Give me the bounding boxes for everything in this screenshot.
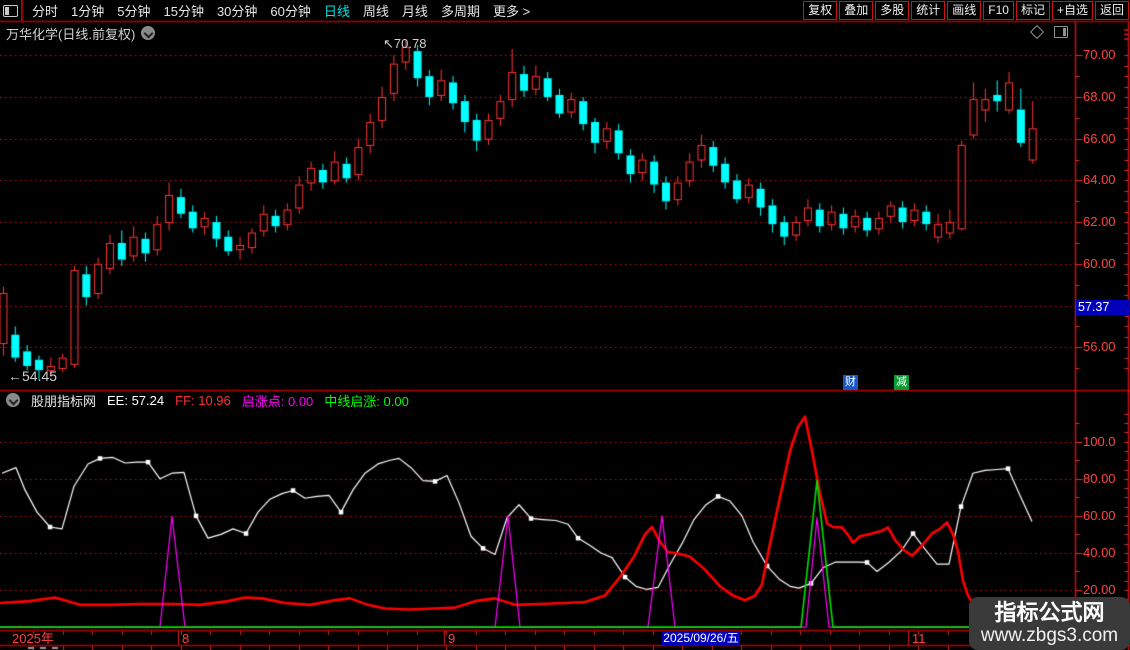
panel-layout-icon[interactable] [1054, 26, 1068, 38]
top-toolbar: 分时 1分钟 5分钟 15分钟 30分钟 60分钟 日线 周线 月线 多周期 更多 > 复权 叠加 多股… [0, 0, 1130, 21]
period-tab[interactable]: 30分钟 [217, 1, 257, 20]
indicator-value: 中线启涨: 0.00 [324, 393, 409, 409]
price-axis-label: 70.00 [1083, 47, 1116, 63]
chevron-down-icon[interactable] [6, 393, 20, 407]
month-label: 11 [912, 631, 926, 646]
watermark: 指标公式网 www.zbgs3.com [969, 597, 1130, 650]
period-tab[interactable]: 周线 [363, 1, 389, 20]
low-price-annotation: ←54.45 [8, 368, 58, 384]
toolbar-button[interactable]: 画线 [947, 1, 982, 20]
period-tab[interactable]: 5分钟 [117, 1, 150, 20]
period-tabs: 分时 1分钟 5分钟 15分钟 30分钟 60分钟 日线 周线 月线 多周期 更多 > [32, 1, 530, 20]
month-label: 9 [448, 631, 456, 646]
chart-canvas[interactable] [0, 0, 1130, 650]
last-price-tag: 57.37 [1076, 300, 1129, 315]
month-label: 8 [182, 631, 190, 646]
period-tab[interactable]: 更多 > [493, 1, 530, 20]
indicator-axis-label: 40.00 [1083, 544, 1116, 560]
chart-title: 万华化学(日线.前复权) [6, 26, 136, 42]
period-tab[interactable]: 60分钟 [270, 1, 310, 20]
toolbar-button[interactable]: 复权 [803, 1, 838, 20]
period-tab[interactable]: 分时 [32, 1, 58, 20]
high-price-annotation: ↖70.78 [383, 36, 427, 51]
indicator-axis-label: 100.0 [1083, 433, 1116, 449]
chevron-down-icon[interactable] [141, 26, 156, 40]
toolbar-button[interactable]: 多股 [875, 1, 910, 20]
selected-date-tag: 2025/09/26/五 [662, 631, 740, 646]
year-label: 2025年 [12, 631, 54, 646]
indicator-value: EE: 57.24 [107, 392, 165, 408]
price-axis-label: 66.00 [1083, 130, 1116, 146]
period-tab[interactable]: 15分钟 [163, 1, 203, 20]
diamond-icon[interactable] [1029, 24, 1045, 40]
toolbar-button[interactable]: 返回 [1094, 1, 1129, 20]
window-icon [3, 4, 18, 17]
indicator-value: FF: 10.96 [175, 392, 231, 408]
indicator-value: 启涨点: 0.00 [241, 393, 314, 409]
price-axis-label: 56.00 [1083, 339, 1116, 355]
price-axis-label: 60.00 [1083, 255, 1116, 271]
watermark-site-name: 指标公式网 [994, 599, 1105, 625]
indicator-axis-label: 60.00 [1083, 507, 1116, 523]
toolbar-buttons: 复权 叠加 多股 统计 画线 F10 标记 +自选 返回 [803, 1, 1129, 20]
indicator-name[interactable]: 股朋指标网 [31, 391, 96, 410]
title-row: 万华化学(日线.前复权) [6, 24, 156, 42]
window-icon-box[interactable] [0, 0, 22, 21]
toolbar-button[interactable]: +自选 [1051, 1, 1093, 20]
price-axis-label: 62.00 [1083, 214, 1116, 230]
event-badge: 减 [894, 375, 909, 390]
trading-app-window: { "toolbar": { "periods": ["分时","1分钟","5… [0, 0, 1130, 650]
period-tab[interactable]: 多周期 [441, 1, 480, 20]
indicator-axis-label: 20.00 [1083, 582, 1116, 598]
period-tab[interactable]: 月线 [402, 1, 428, 20]
period-tab[interactable]: 日线 [324, 1, 350, 20]
period-tab[interactable]: 1分钟 [71, 1, 104, 20]
price-axis-label: 64.00 [1083, 172, 1116, 188]
title-right-icons [1029, 24, 1068, 40]
indicator-axis-label: 80.00 [1083, 470, 1116, 486]
toolbar-button[interactable]: 统计 [911, 1, 946, 20]
event-badge: 财 [843, 375, 858, 390]
price-axis-label: 68.00 [1083, 89, 1116, 104]
watermark-url: www.zbgs3.com [980, 624, 1119, 646]
toolbar-button[interactable]: F10 [983, 1, 1014, 20]
indicator-header: 股朋指标网 EE: 57.24 FF: 10.96 启涨点: 0.00 中线启涨: 0… [6, 391, 409, 410]
toolbar-button[interactable]: 标记 [1015, 1, 1050, 20]
toolbar-button[interactable]: 叠加 [839, 1, 874, 20]
